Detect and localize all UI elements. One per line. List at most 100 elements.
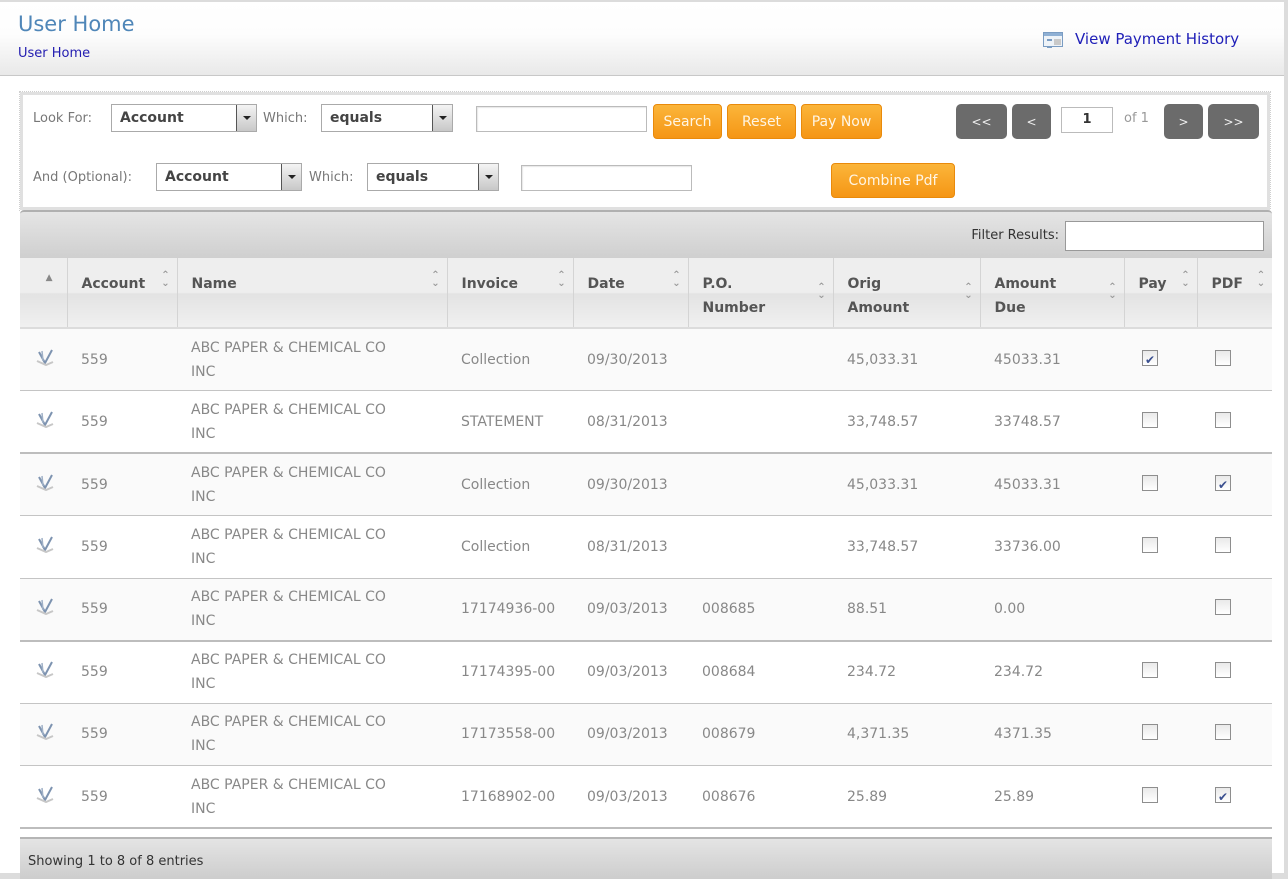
invoice-document-icon[interactable]	[36, 348, 54, 366]
which-select[interactable]: equals	[321, 104, 453, 132]
row-icon-cell[interactable]	[20, 640, 67, 704]
prev-page-button[interactable]: <	[1012, 104, 1051, 139]
cell-pay	[1124, 765, 1197, 829]
table-row[interactable]: 559 ABC PAPER & CHEMICAL CO INC 17173558-00…	[20, 703, 1272, 766]
name-line1: ABC PAPER & CHEMICAL CO	[191, 464, 386, 481]
pay-checkbox[interactable]	[1142, 786, 1158, 803]
row-icon-cell[interactable]	[20, 515, 67, 579]
column-label: Amount Due	[994, 276, 1057, 316]
name-line1: ABC PAPER & CHEMICAL CO	[191, 652, 386, 668]
reset-button[interactable]: Reset	[727, 104, 796, 139]
column-header-orig-amount[interactable]: Orig Amount ⌃ ⌄	[833, 258, 981, 329]
column-header-pay[interactable]: Pay ⌃ ⌄	[1124, 258, 1198, 329]
invoice-table: ▲ Account ⌃ ⌄ Name ⌃ ⌄ Invoice ⌃ ⌄ Date ⌃ ⌄ P.O.…	[20, 258, 1272, 829]
chevron-down-icon[interactable]	[478, 164, 498, 190]
row-icon-cell[interactable]	[20, 453, 67, 516]
table-row[interactable]: 559 ABC PAPER & CHEMICAL CO INC 17174395-00…	[20, 640, 1272, 704]
pdf-checkbox[interactable]	[1215, 536, 1231, 553]
search2-input[interactable]	[521, 165, 692, 191]
invoice-document-icon[interactable]	[36, 722, 54, 741]
table-row[interactable]: 559 ABC PAPER & CHEMICAL CO INC 17168902-00…	[20, 765, 1272, 829]
pdf-checkbox[interactable]	[1215, 411, 1231, 428]
sort-icon: ⌃ ⌄	[431, 270, 440, 289]
page-number-input[interactable]: 1	[1061, 107, 1113, 133]
cell-po-number: 008679	[688, 703, 833, 766]
cell-date: 08/31/2013	[573, 515, 688, 579]
chevron-down-icon[interactable]	[236, 105, 256, 131]
pay-checkbox[interactable]	[1142, 474, 1158, 491]
pdf-checkbox[interactable]	[1215, 724, 1231, 741]
view-payment-history-link[interactable]: View Payment History	[1043, 30, 1239, 48]
search-button[interactable]: Search	[653, 104, 722, 139]
row-icon-cell[interactable]	[20, 390, 67, 454]
name-line1: ABC PAPER & CHEMICAL CO	[191, 339, 386, 356]
cell-orig-amount: 33,748.57	[833, 390, 980, 454]
row-icon-cell[interactable]	[20, 578, 67, 642]
row-icon-cell[interactable]	[20, 703, 67, 766]
column-label: Orig Amount	[847, 276, 910, 316]
cell-pdf	[1197, 640, 1272, 704]
table-row[interactable]: 559 ABC PAPER & CHEMICAL CO INC STATEMENT 08…	[20, 390, 1272, 454]
sort-icon: ⌃ ⌄	[1108, 282, 1117, 301]
invoice-document-icon[interactable]	[36, 535, 54, 553]
row-icon-cell[interactable]	[20, 328, 67, 391]
pdf-checkbox[interactable]	[1215, 785, 1231, 809]
table-row[interactable]: 559 ABC PAPER & CHEMICAL CO INC Collection 0…	[20, 453, 1272, 516]
pay-now-button[interactable]: Pay Now	[801, 104, 882, 139]
pdf-checkbox[interactable]	[1215, 662, 1231, 678]
column-header-po-number[interactable]: P.O. Number ⌃ ⌄	[688, 258, 834, 329]
cell-account: 559	[67, 453, 177, 516]
breadcrumb-user-home[interactable]: User Home	[18, 46, 90, 61]
next-page-button[interactable]: >	[1164, 104, 1203, 139]
column-header-name[interactable]: Name ⌃ ⌄	[177, 258, 448, 329]
pay-checkbox[interactable]	[1142, 536, 1158, 553]
invoice-document-icon[interactable]	[36, 785, 54, 803]
cell-date: 08/31/2013	[573, 390, 688, 454]
name-line2: INC	[191, 488, 216, 505]
cell-date: 09/03/2013	[573, 578, 688, 642]
which2-select[interactable]: equals	[367, 163, 499, 191]
invoice-document-icon[interactable]	[36, 660, 54, 679]
pay-checkbox[interactable]	[1142, 724, 1158, 741]
cell-orig-amount: 33,748.57	[833, 515, 980, 579]
row-icon-cell[interactable]	[20, 765, 67, 829]
cell-po-number	[688, 453, 833, 516]
pay-checkbox[interactable]	[1142, 348, 1158, 372]
and-field-select[interactable]: Account	[156, 163, 302, 191]
pdf-checkbox[interactable]	[1215, 599, 1231, 615]
column-header-date[interactable]: Date ⌃ ⌄	[573, 258, 689, 329]
chevron-down-icon[interactable]	[432, 105, 452, 131]
which2-value: equals	[376, 169, 429, 185]
page: User Home User Home View Payment History…	[0, 2, 1284, 879]
pdf-checkbox[interactable]	[1215, 473, 1231, 497]
cell-invoice: Collection	[447, 328, 573, 391]
column-header-account[interactable]: Account ⌃ ⌄	[67, 258, 178, 329]
column-header-pdf[interactable]: PDF ⌃ ⌄	[1197, 258, 1272, 329]
chevron-down-icon[interactable]	[281, 164, 301, 190]
table-row[interactable]: 559 ABC PAPER & CHEMICAL CO INC Collection 0…	[20, 328, 1272, 391]
cell-po-number: 008685	[688, 578, 833, 642]
column-header-amount-due[interactable]: Amount Due ⌃ ⌄	[980, 258, 1125, 329]
column-header-select[interactable]: ▲	[20, 258, 68, 329]
cell-po-number	[688, 390, 833, 454]
pdf-checkbox[interactable]	[1215, 349, 1231, 366]
search-input[interactable]	[476, 106, 647, 132]
name-line1: ABC PAPER & CHEMICAL CO	[191, 526, 386, 543]
combine-pdf-button[interactable]: Combine Pdf	[831, 163, 955, 198]
last-page-button[interactable]: >>	[1208, 104, 1259, 139]
pay-checkbox[interactable]	[1142, 411, 1158, 428]
invoice-document-icon[interactable]	[36, 597, 54, 616]
table-row[interactable]: 559 ABC PAPER & CHEMICAL CO INC Collection 0…	[20, 515, 1272, 579]
table-row[interactable]: 559 ABC PAPER & CHEMICAL CO INC 17174936-00…	[20, 578, 1272, 642]
pay-checkbox[interactable]	[1142, 662, 1158, 678]
filter-results-input[interactable]	[1065, 221, 1264, 251]
cell-invoice: 17174395-00	[447, 640, 573, 704]
look-for-select[interactable]: Account	[111, 104, 257, 132]
view-payment-history-label: View Payment History	[1075, 30, 1240, 48]
cell-name: ABC PAPER & CHEMICAL CO INC	[177, 453, 447, 516]
cell-orig-amount: 45,033.31	[833, 328, 980, 391]
invoice-document-icon[interactable]	[36, 473, 54, 491]
invoice-document-icon[interactable]	[36, 410, 54, 428]
first-page-button[interactable]: <<	[956, 104, 1007, 139]
column-header-invoice[interactable]: Invoice ⌃ ⌄	[447, 258, 574, 329]
